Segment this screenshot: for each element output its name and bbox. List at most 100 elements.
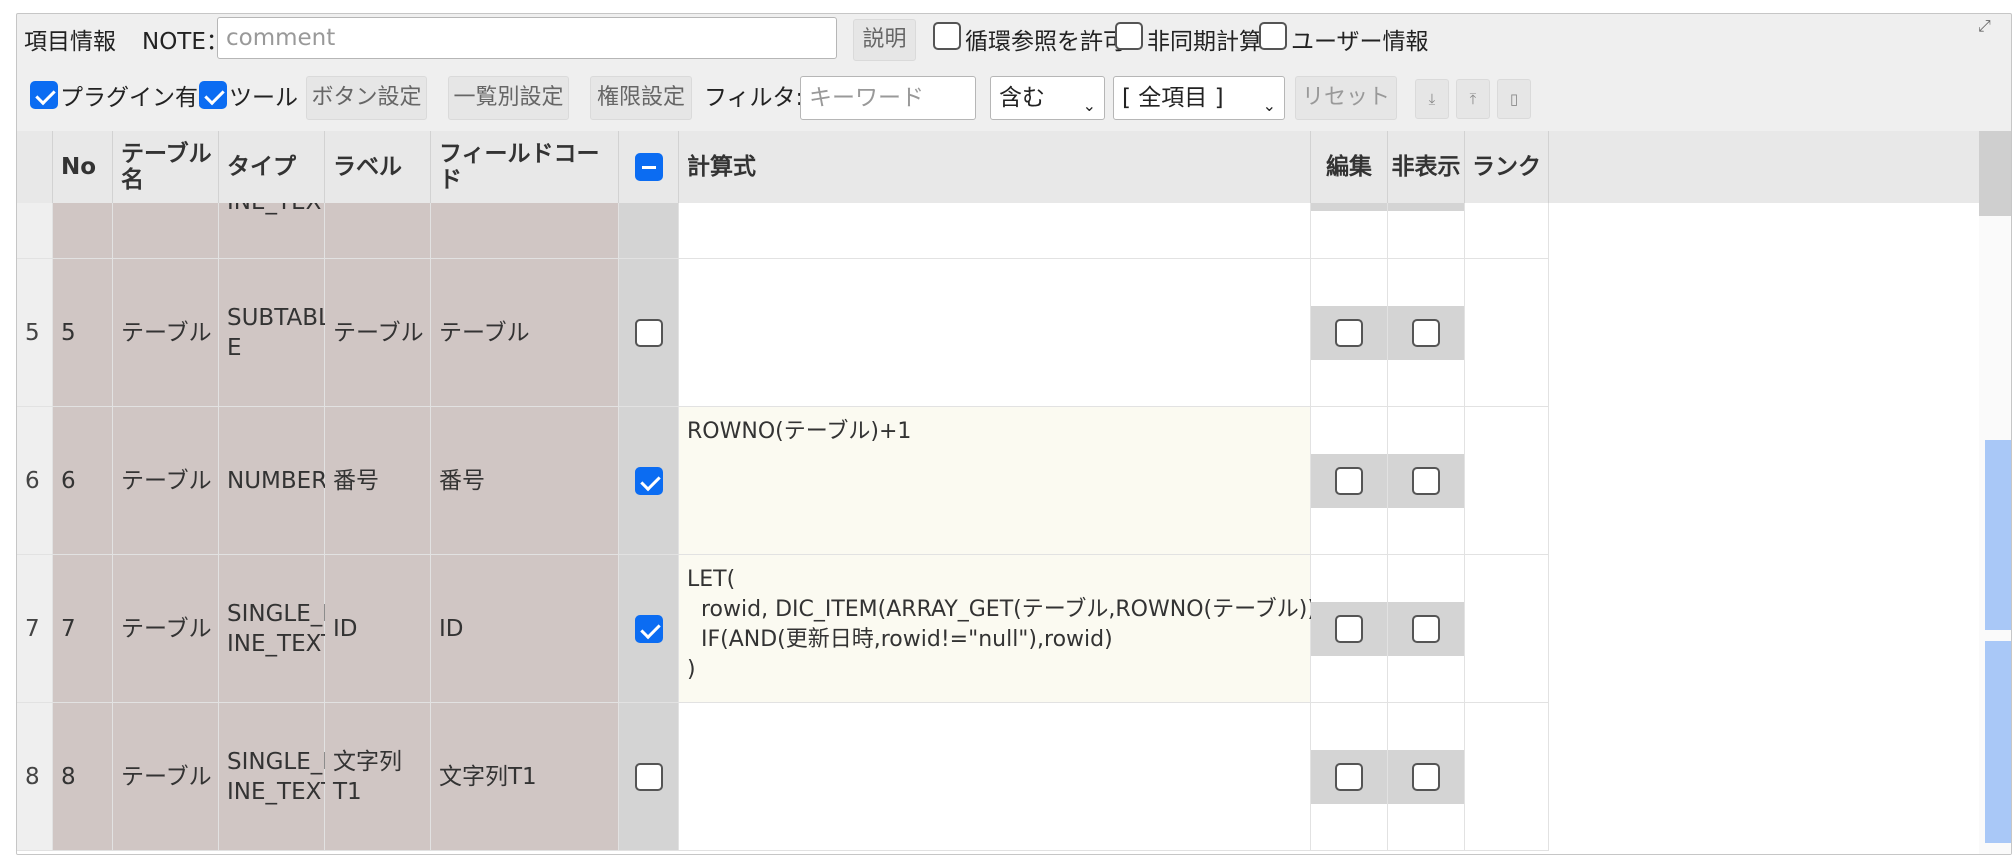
user-info-checkbox[interactable] xyxy=(1259,22,1287,50)
hidden-box[interactable] xyxy=(1388,203,1464,211)
header-label[interactable]: ラベル xyxy=(325,131,431,203)
chevron-down-icon: ⌄ xyxy=(1262,96,1276,115)
header-formula[interactable]: 計算式 xyxy=(679,131,1311,203)
hidden-box xyxy=(1388,305,1464,360)
field-select[interactable]: [ 全項目 ] ⌄ xyxy=(1113,76,1285,120)
check-cell xyxy=(619,203,679,259)
list-settings-button[interactable]: 一覧別設定 xyxy=(448,76,569,120)
tools-label: ツール xyxy=(229,85,298,111)
table-cell: テーブル xyxy=(113,703,219,851)
hidden-box xyxy=(1388,601,1464,656)
edit-checkbox[interactable] xyxy=(1335,318,1363,347)
edit-cell xyxy=(1311,203,1388,259)
row-checkbox[interactable] xyxy=(634,466,663,495)
upload-icon[interactable]: ⤒ xyxy=(1456,79,1490,119)
code-cell xyxy=(431,203,619,259)
edit-checkbox[interactable] xyxy=(1335,614,1363,643)
vertical-scrollbar[interactable] xyxy=(1979,131,2011,854)
no-cell: 7 xyxy=(53,555,113,703)
type-cell: NUMBER xyxy=(219,407,327,555)
edit-box[interactable] xyxy=(1311,203,1387,211)
download-icon[interactable]: ⤓ xyxy=(1415,79,1449,119)
filter-label: フィルタ: xyxy=(704,85,804,111)
toolbar-row-1: 項目情報 NOTE： comment 説明 循環参照を許可 非同期計算 ユーザー… xyxy=(17,14,2011,70)
expand-icon[interactable]: ⤢ xyxy=(1978,16,1991,36)
table-row: INE_TEXT xyxy=(17,203,1979,259)
allow-circular-checkbox[interactable] xyxy=(933,22,961,50)
scroll-marker xyxy=(1985,440,2011,630)
explain-button[interactable]: 説明 xyxy=(853,19,916,61)
code-cell: 番号 xyxy=(431,407,619,555)
header-field-code[interactable]: フィールドコード xyxy=(431,131,619,203)
header-rank[interactable]: ランク xyxy=(1465,131,1549,203)
formula-cell[interactable] xyxy=(679,703,1311,851)
hidden-cell xyxy=(1388,203,1465,259)
scrollbar-header xyxy=(1979,131,2011,216)
row-checkbox[interactable] xyxy=(634,762,663,791)
table-cell: テーブル xyxy=(113,555,219,703)
label-cell xyxy=(325,203,431,259)
table-row: 6 6 テーブル NUMBER 番号 番号 ROWNO(テーブル)+1 xyxy=(17,407,1979,555)
header-type[interactable]: タイプ xyxy=(219,131,325,203)
type-cell: INE_TEXT xyxy=(219,203,335,259)
hidden-cell xyxy=(1388,555,1465,703)
button-settings-button[interactable]: ボタン設定 xyxy=(306,76,427,120)
rank-cell[interactable] xyxy=(1465,555,1549,703)
keyword-input[interactable]: キーワード xyxy=(800,76,976,120)
edit-cell xyxy=(1311,407,1388,555)
table-cell xyxy=(113,203,219,259)
table-cell: テーブル xyxy=(113,259,219,407)
row-index-cell xyxy=(17,203,53,259)
row-checkbox[interactable] xyxy=(634,614,663,643)
header-no[interactable]: No xyxy=(53,131,113,203)
header-edit[interactable]: 編集 xyxy=(1311,131,1388,203)
scroll-marker xyxy=(1985,641,2011,843)
row-checkbox[interactable] xyxy=(634,318,663,347)
check-cell xyxy=(619,259,679,407)
label-cell: テーブル xyxy=(325,259,431,407)
reset-button[interactable]: リセット xyxy=(1295,76,1397,120)
row-index-cell: 6 xyxy=(17,407,53,555)
hidden-checkbox[interactable] xyxy=(1412,762,1440,791)
tools-checkbox[interactable] xyxy=(199,81,227,109)
formula-cell[interactable]: LET( rowid, DIC_ITEM(ARRAY_GET(テーブル,ROWN… xyxy=(679,555,1379,703)
header-hidden[interactable]: 非表示 xyxy=(1388,131,1465,203)
no-cell xyxy=(53,203,113,259)
edit-checkbox[interactable] xyxy=(1335,762,1363,791)
note-label: NOTE： xyxy=(142,29,229,55)
table-row: 7 7 テーブル SINGLE_L INE_TEXT ID ID LET( rowid, D… xyxy=(17,555,1979,703)
rank-cell[interactable] xyxy=(1465,259,1549,407)
type-cell: SINGLE_L INE_TEXT xyxy=(219,555,335,703)
plugin-enabled-checkbox[interactable] xyxy=(30,81,58,109)
check-cell xyxy=(619,555,679,703)
row-index-cell: 5 xyxy=(17,259,53,407)
type-text: INE_TEXT xyxy=(227,203,335,217)
permission-settings-button[interactable]: 権限設定 xyxy=(590,76,692,120)
table-header: No テーブル名 タイプ ラベル フィールドコード 計算式 編集 非表示 ランク xyxy=(17,131,2011,203)
formula-cell[interactable] xyxy=(679,259,1311,407)
note-input[interactable]: comment xyxy=(217,17,837,59)
toolbar-row-2: プラグイン有効 ツール ボタン設定 一覧別設定 権限設定 フィルタ: キーワード… xyxy=(17,70,2011,131)
select-all-checkbox[interactable] xyxy=(634,153,663,181)
edit-box xyxy=(1311,453,1387,508)
edit-checkbox[interactable] xyxy=(1335,466,1363,495)
allow-circular-label: 循環参照を許可 xyxy=(965,29,1126,55)
hidden-checkbox[interactable] xyxy=(1412,318,1440,347)
row-index-cell: 7 xyxy=(17,555,53,703)
async-calc-checkbox[interactable] xyxy=(1115,22,1143,50)
rank-cell[interactable] xyxy=(1465,407,1549,555)
no-cell: 5 xyxy=(53,259,113,407)
edit-box xyxy=(1311,305,1387,360)
header-select-all[interactable] xyxy=(619,131,679,203)
rank-cell[interactable] xyxy=(1465,703,1549,851)
clipboard-icon[interactable]: ▯ xyxy=(1497,79,1531,119)
hidden-checkbox[interactable] xyxy=(1412,466,1440,495)
match-select[interactable]: 含む ⌄ xyxy=(990,76,1105,120)
header-table-name[interactable]: テーブル名 xyxy=(113,131,219,203)
edit-box xyxy=(1311,601,1387,656)
item-info-label: 項目情報 xyxy=(24,29,116,55)
formula-cell[interactable] xyxy=(679,203,1311,259)
formula-cell[interactable]: ROWNO(テーブル)+1 xyxy=(679,407,1311,555)
hidden-checkbox[interactable] xyxy=(1412,614,1440,643)
code-cell: ID xyxy=(431,555,619,703)
